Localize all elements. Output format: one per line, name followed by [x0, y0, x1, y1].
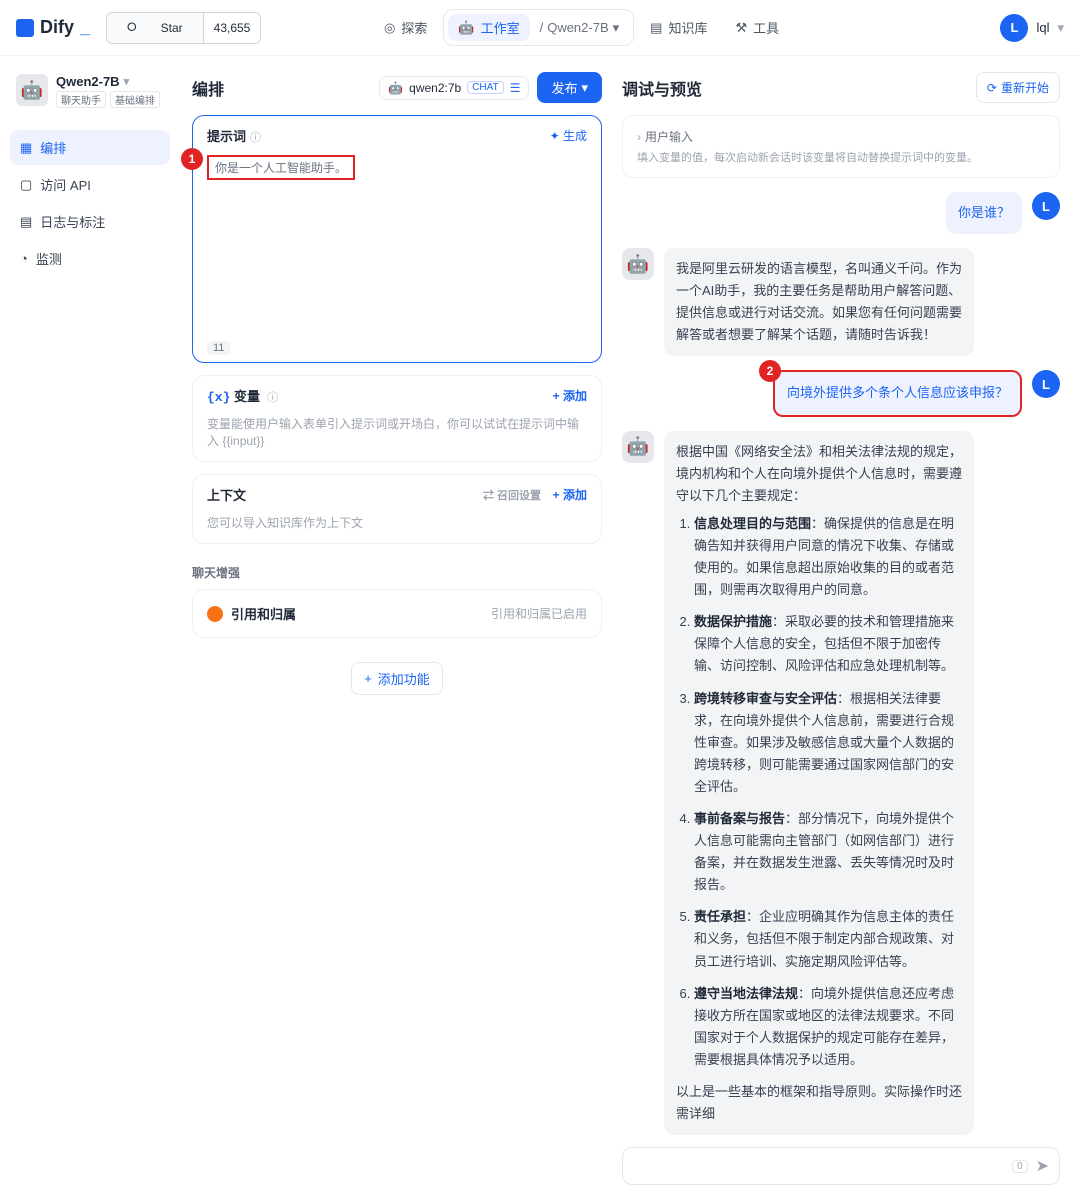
- add-variable-button[interactable]: + 添加: [553, 387, 587, 404]
- nav-studio-crumb[interactable]: / Qwen2-7B ▾: [530, 16, 630, 40]
- assistant-message: 我是阿里云研发的语言模型，名叫通义千问。作为一个AI助手，我的主要任务是帮助用户…: [664, 248, 974, 356]
- list-item: 事前备案与报告：部分情况下，向境外提供个人信息可能需向主管部门（如网信部门）进行…: [694, 808, 962, 896]
- terminal-icon: ▢: [20, 177, 32, 193]
- chevron-right-icon: ›: [637, 130, 641, 144]
- help-icon[interactable]: ⓘ: [250, 132, 261, 144]
- chevron-down-icon: ▾: [581, 80, 588, 96]
- user-message: 向境外提供多个条个人信息应该申报？: [773, 370, 1022, 416]
- variables-desc: 变量能使用户输入表单引入提示词或开场白，你可以试试在提示词中输入 {{input…: [193, 415, 601, 461]
- tools-icon: ⚒: [735, 20, 747, 36]
- user-avatar: L: [1000, 14, 1028, 42]
- user-input-panel[interactable]: › 用户输入 填入变量的值，每次启动新会话时该变量将自动替换提示词中的变量。: [622, 115, 1060, 178]
- user-name: lql: [1036, 20, 1049, 35]
- list-item: 数据保护措施：采取必要的技术和管理措施来保障个人信息的安全，包括但不限于加密传输…: [694, 611, 962, 677]
- chevron-down-icon: ▾: [1057, 20, 1064, 36]
- publish-button[interactable]: 发布▾: [537, 72, 602, 103]
- model-selector[interactable]: 🤖 qwen2:7b CHAT ☰: [379, 76, 529, 100]
- logo-mark-icon: [16, 19, 34, 37]
- gauge-icon: ◔: [20, 251, 28, 266]
- context-header: 上下文: [207, 488, 246, 503]
- app-icon: 🤖: [16, 74, 48, 106]
- prompt-editor[interactable]: 你是一个人工智能助手。: [207, 155, 587, 325]
- model-type-badge: CHAT: [467, 81, 503, 94]
- citation-status: 引用和归属已启用: [491, 605, 587, 622]
- assistant-intro: 根据中国《网络安全法》和相关法律法规的规定，境内机构和个人在向境外提供个人信息时…: [676, 444, 962, 503]
- nav-tools[interactable]: ⚒工具: [723, 12, 791, 43]
- user-input-desc: 填入变量的值，每次启动新会话时该变量将自动替换提示词中的变量。: [637, 149, 1045, 165]
- user-menu[interactable]: L lql ▾: [1000, 14, 1064, 42]
- variables-header: 变量: [234, 389, 260, 404]
- app-name: Qwen2-7B: [56, 74, 120, 89]
- chat-log: 你是谁？ L 🤖 我是阿里云研发的语言模型，名叫通义千问。作为一个AI助手，我的…: [622, 192, 1060, 1135]
- variable-icon: {x}: [207, 390, 230, 405]
- app-tag-basic: 基础编排: [110, 91, 160, 108]
- prompt-text: 你是一个人工智能助手。: [207, 155, 355, 180]
- list-item: 信息处理目的与范围：确保提供的信息是在明确告知并获得用户同意的情况下收集、存储或…: [694, 513, 962, 601]
- chat-input[interactable]: [633, 1159, 1004, 1174]
- brand-text: Dify: [40, 17, 74, 38]
- robot-icon: 🤖: [458, 20, 474, 36]
- list-item: 遵守当地法律法规：向境外提供信息还应考虑接收方所在国家或地区的法律法规要求。不同…: [694, 983, 962, 1071]
- restart-button[interactable]: ⟳重新开始: [976, 72, 1060, 103]
- app-tag-assistant: 聊天助手: [56, 91, 106, 108]
- sidebar-item-orchestrate[interactable]: ▦编排: [10, 130, 170, 165]
- bot-avatar: 🤖: [622, 248, 654, 280]
- book-icon: ▤: [650, 20, 662, 36]
- list-icon: ▤: [20, 214, 32, 230]
- nav-explore[interactable]: ◎探索: [372, 12, 439, 43]
- char-counter: 0: [1012, 1160, 1028, 1173]
- chevron-down-icon: ▾: [124, 75, 130, 88]
- nav-knowledge[interactable]: ▤知识库: [638, 12, 719, 43]
- list-item: 责任承担：企业应明确其作为信息主体的责任和义务，包括但不限于制定内部合规政策、对…: [694, 906, 962, 972]
- github-star-count: 43,655: [204, 17, 261, 39]
- citation-icon: [207, 606, 223, 622]
- layout-icon: ▦: [20, 140, 32, 156]
- citation-row: 引用和归属 引用和归属已启用: [192, 589, 602, 638]
- list-item: 跨境转移审查与安全评估：根据相关法律要求，在向境外提供个人信息前，需要进行合规性…: [694, 688, 962, 798]
- sliders-icon[interactable]: ☰: [510, 81, 521, 95]
- user-avatar: L: [1032, 192, 1060, 220]
- context-desc: 您可以导入知识库作为上下文: [193, 514, 601, 543]
- send-icon[interactable]: ➤: [1036, 1156, 1049, 1176]
- preview-title: 调试与预览: [622, 76, 702, 100]
- github-star-badge[interactable]: ⭘Star 43,655: [106, 12, 261, 44]
- chat-input-bar: 0 ➤: [622, 1147, 1060, 1185]
- context-panel: 上下文 ⇄ 召回设置 + 添加 您可以导入知识库作为上下文: [192, 474, 602, 544]
- help-icon[interactable]: ⓘ: [264, 392, 278, 404]
- assistant-outro: 以上是一些基本的框架和指导原则。实际操作时还需详细: [676, 1084, 962, 1121]
- user-input-heading: 用户输入: [645, 128, 693, 145]
- nav-studio-group: 🤖工作室 / Qwen2-7B ▾: [443, 9, 634, 46]
- app-header[interactable]: 🤖 Qwen2-7B ▾ 聊天助手 基础编排: [10, 68, 170, 114]
- plus-icon: +: [364, 671, 372, 686]
- refresh-icon: ⟳: [987, 81, 997, 95]
- bot-avatar: 🤖: [622, 431, 654, 463]
- chevron-down-icon: ▾: [613, 20, 620, 36]
- page-title: 编排: [192, 76, 224, 100]
- annotation-1: 1: [181, 148, 203, 170]
- citation-label: 引用和归属: [231, 604, 296, 623]
- user-avatar: L: [1032, 370, 1060, 398]
- github-icon: ⭘: [117, 17, 147, 39]
- prompt-header: 提示词: [207, 129, 246, 144]
- compass-icon: ◎: [384, 20, 395, 36]
- recall-settings-button[interactable]: ⇄ 召回设置: [483, 490, 541, 502]
- prompt-panel: 1 提示词ⓘ ✦ 生成 你是一个人工智能助手。 11: [192, 115, 602, 363]
- generate-prompt-button[interactable]: ✦ 生成: [550, 127, 587, 144]
- char-count: 11: [207, 341, 230, 355]
- logo[interactable]: Dify_: [16, 17, 90, 38]
- model-name: qwen2:7b: [409, 81, 461, 95]
- chat-enhance-label: 聊天增强: [192, 564, 602, 581]
- sidebar-item-api[interactable]: ▢访问 API: [10, 167, 170, 202]
- add-context-button[interactable]: + 添加: [553, 488, 587, 502]
- add-feature-button[interactable]: +添加功能: [351, 662, 443, 695]
- sidebar-item-monitor[interactable]: ◔监测: [10, 241, 170, 276]
- model-icon: 🤖: [388, 81, 403, 95]
- assistant-message: 根据中国《网络安全法》和相关法律法规的规定，境内机构和个人在向境外提供个人信息时…: [664, 431, 974, 1136]
- sidebar-item-logs[interactable]: ▤日志与标注: [10, 204, 170, 239]
- variables-panel: {x} 变量 ⓘ + 添加 变量能使用户输入表单引入提示词或开场白，你可以试试在…: [192, 375, 602, 462]
- user-message: 你是谁？: [946, 192, 1022, 234]
- github-star-label: Star: [151, 17, 193, 39]
- nav-studio[interactable]: 🤖工作室: [448, 14, 529, 41]
